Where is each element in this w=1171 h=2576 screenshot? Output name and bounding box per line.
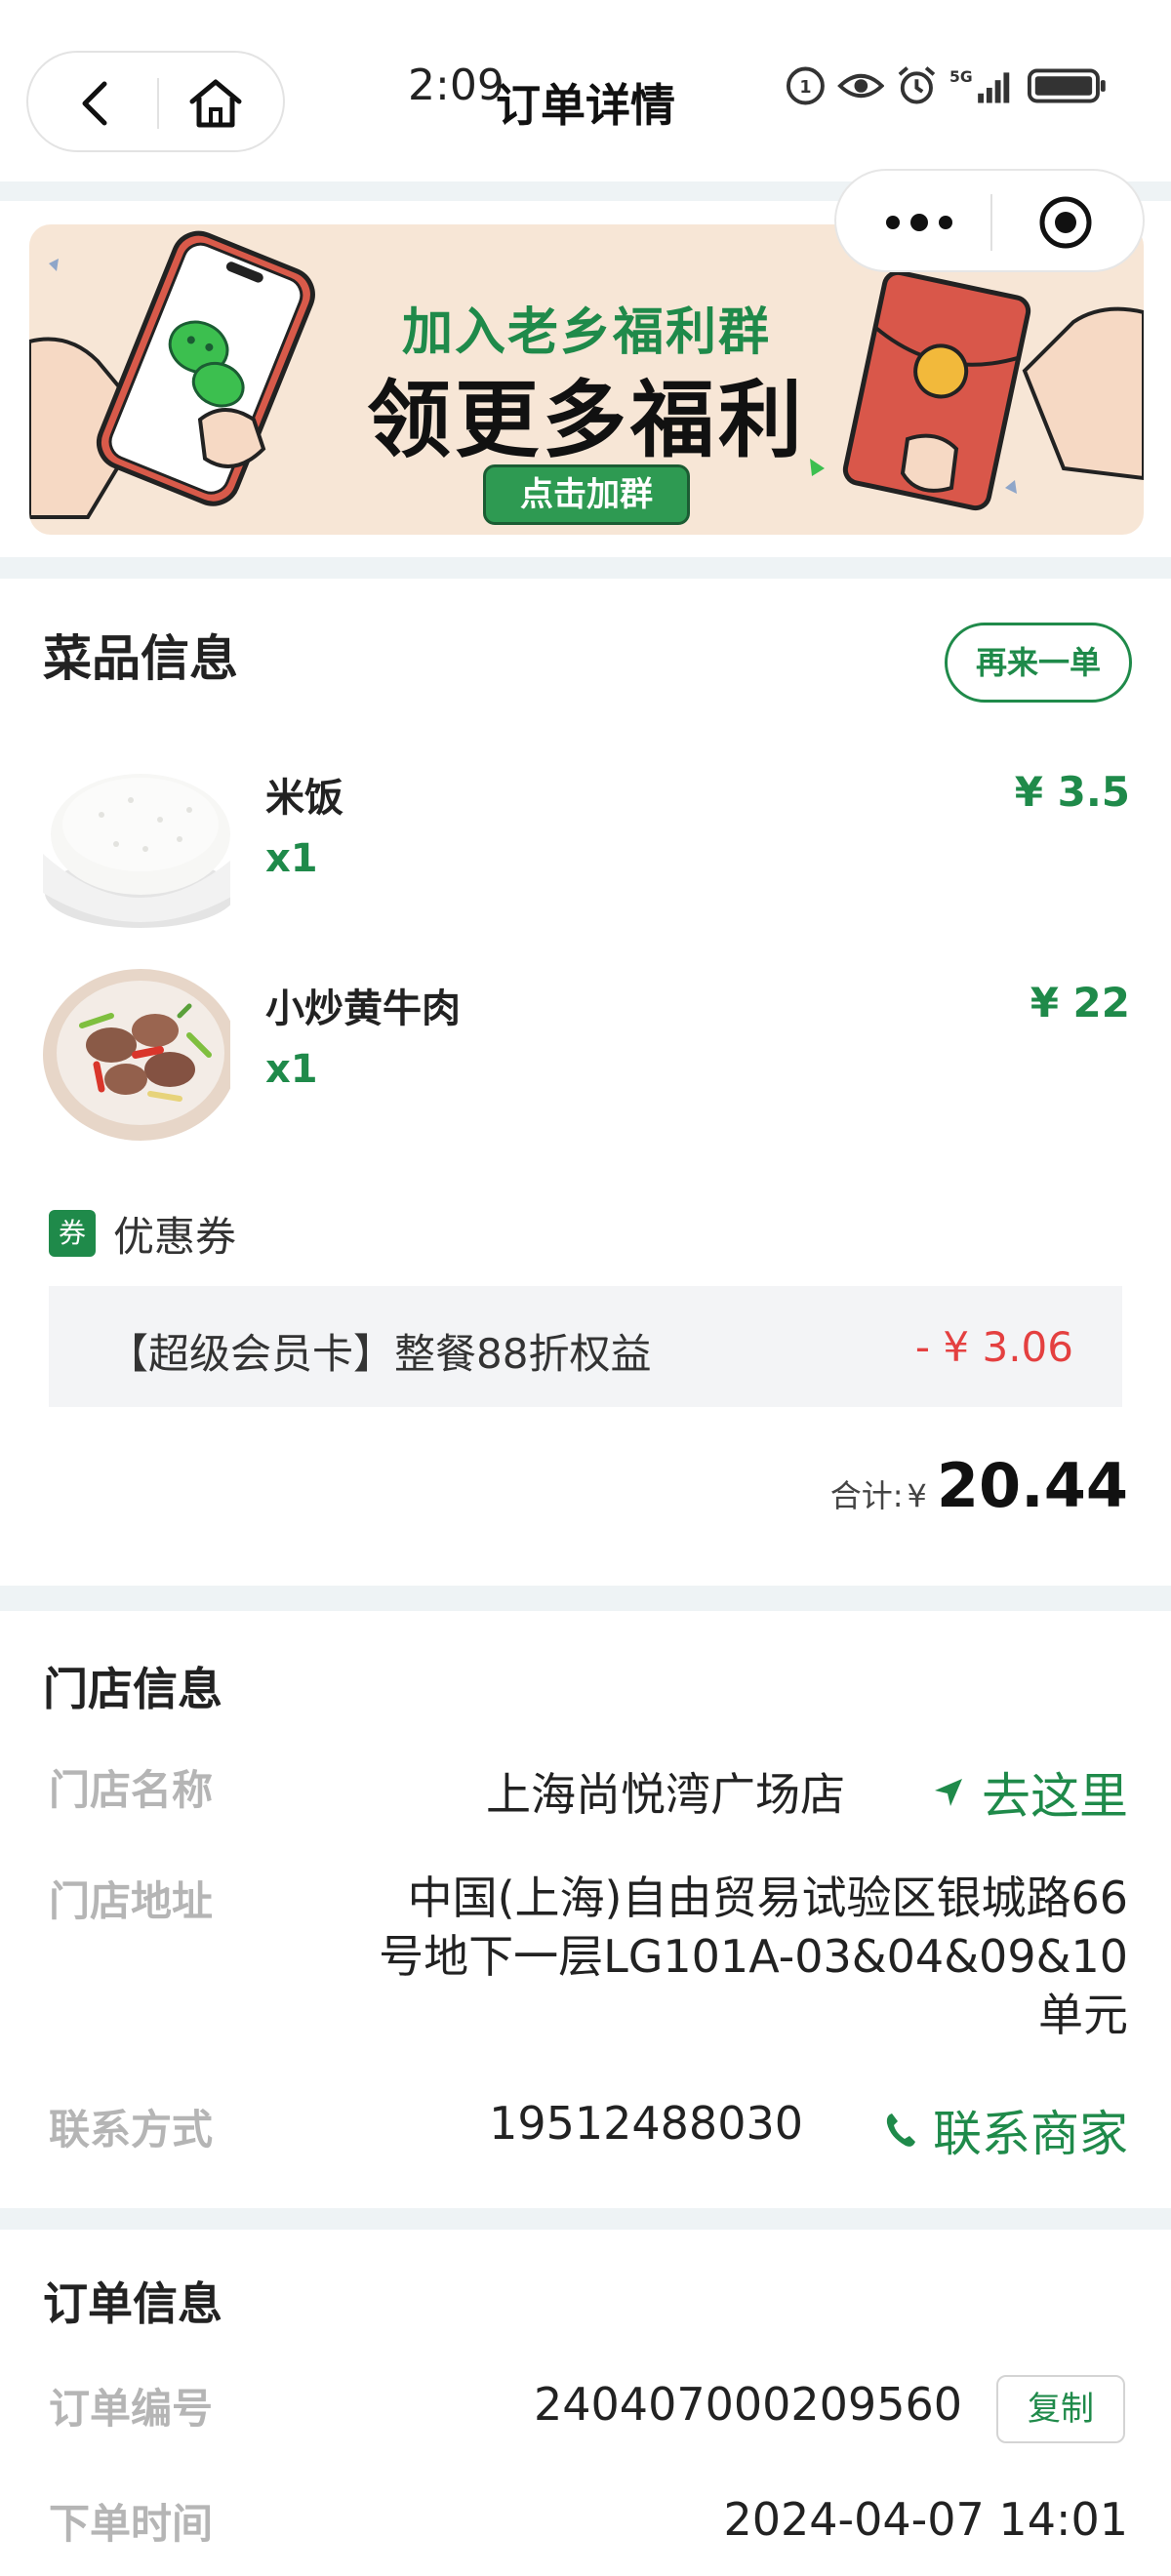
header: 2:09 订单详情 1 5G [0,0,1171,181]
more-icon[interactable] [875,198,963,247]
hd-icon: 1 [786,66,825,105]
store-name: 上海尚悦湾广场店 [486,1768,845,1821]
back-arrow-icon[interactable] [67,74,126,133]
status-icons: 1 5G [786,62,1108,109]
battery-icon [1028,68,1107,103]
join-group-button[interactable]: 点击加群 [483,464,690,525]
phone-icon [886,2113,915,2147]
dishes-section: 菜品信息 再来一单 米饭 x1 ¥ 3.5 小炒黄牛肉 x1 ¥ 22 券 优惠… [0,579,1171,1586]
coupon-badge-icon: 券 [49,1210,96,1257]
eye-icon [836,73,885,99]
coupon-discount: - ¥ 3.06 [914,1323,1073,1371]
total-currency: ¥ [907,1477,927,1514]
dish-item: 米饭 x1 ¥ 3.5 [0,746,1171,942]
navigation-arrow-icon [935,1779,962,1806]
banner-title-2: 领更多福利 [367,372,806,469]
svg-text:1: 1 [799,78,811,98]
signal-5g-icon: 5G [949,68,1010,103]
order-time-label: 下单时间 [49,2500,214,2548]
store-address-label: 门店地址 [49,1877,214,1925]
dish-name: 小炒黄牛肉 [265,986,461,1031]
dish-qty: x1 [265,1047,318,1092]
reorder-button[interactable]: 再来一单 [945,623,1132,703]
coupon-desc: 【超级会员卡】整餐88折权益 [107,1330,652,1378]
navigate-label: 去这里 [982,1768,1128,1825]
store-address-line: 中国(上海)自由贸易试验区银城路66 [407,1872,1128,1924]
coupon-label: 优惠券 [113,1212,237,1261]
coupon-detail: 【超级会员卡】整餐88折权益 - ¥ 3.06 [49,1286,1122,1407]
nav-capsule [26,51,285,152]
dish-qty: x1 [265,836,318,881]
store-address-line: 单元 [1038,1989,1128,2041]
dish-price: ¥ 22 [1030,979,1130,1026]
order-detail-page: 2:09 订单详情 1 5G 加入老乡福利群 领更多福利 点击加群 菜品信息 再… [0,0,1171,2576]
dish-name: 米饭 [265,776,343,821]
total-label: 合计: [829,1477,904,1514]
dish-item: 小炒黄牛肉 x1 ¥ 22 [0,957,1171,1152]
order-time: 2024-04-07 14:01 [723,2493,1128,2546]
store-phone: 19512488030 [489,2097,803,2150]
contact-label: 联系方式 [49,2106,214,2153]
page-title: 订单详情 [496,79,675,132]
store-section: 门店信息 门店名称 上海尚悦湾广场店 去这里 门店地址 中国(上海)自由贸易试验… [0,1611,1171,2208]
total-amount: 20.44 [936,1450,1128,1521]
contact-merchant-button[interactable]: 联系商家 [884,2095,1128,2165]
contact-merchant-label: 联系商家 [933,2106,1128,2162]
order-section: 订单信息 订单编号 240407000209560 复制 下单时间 2024-0… [0,2230,1171,2576]
beef-image [43,957,230,1145]
svg-text:5G: 5G [949,68,973,86]
store-name-label: 门店名称 [49,1766,214,1814]
store-title: 门店信息 [43,1663,222,1715]
home-icon[interactable] [184,72,247,135]
rice-image [43,746,230,934]
alarm-icon [899,66,936,104]
order-number: 240407000209560 [534,2378,962,2431]
capsule-divider [157,78,159,129]
dishes-title: 菜品信息 [43,630,238,687]
store-address-line: 号地下一层LG101A-03&04&09&10 [379,1930,1128,1983]
miniprogram-capsule [834,169,1145,272]
capsule-divider [990,194,992,251]
close-target-icon[interactable] [1036,193,1095,252]
order-number-label: 订单编号 [49,2385,214,2433]
dish-price: ¥ 3.5 [1014,768,1130,816]
status-time: 2:09 [408,60,505,110]
copy-button[interactable]: 复制 [996,2375,1125,2443]
order-title: 订单信息 [43,2277,222,2330]
store-address: 中国(上海)自由贸易试验区银城路66 号地下一层LG101A-03&04&09&… [379,1869,1128,2044]
order-total: 合计: ¥ 20.44 [830,1450,1128,1521]
navigate-button[interactable]: 去这里 [931,1757,1128,1828]
coupon-label-row: 券 优惠券 [49,1206,236,1261]
